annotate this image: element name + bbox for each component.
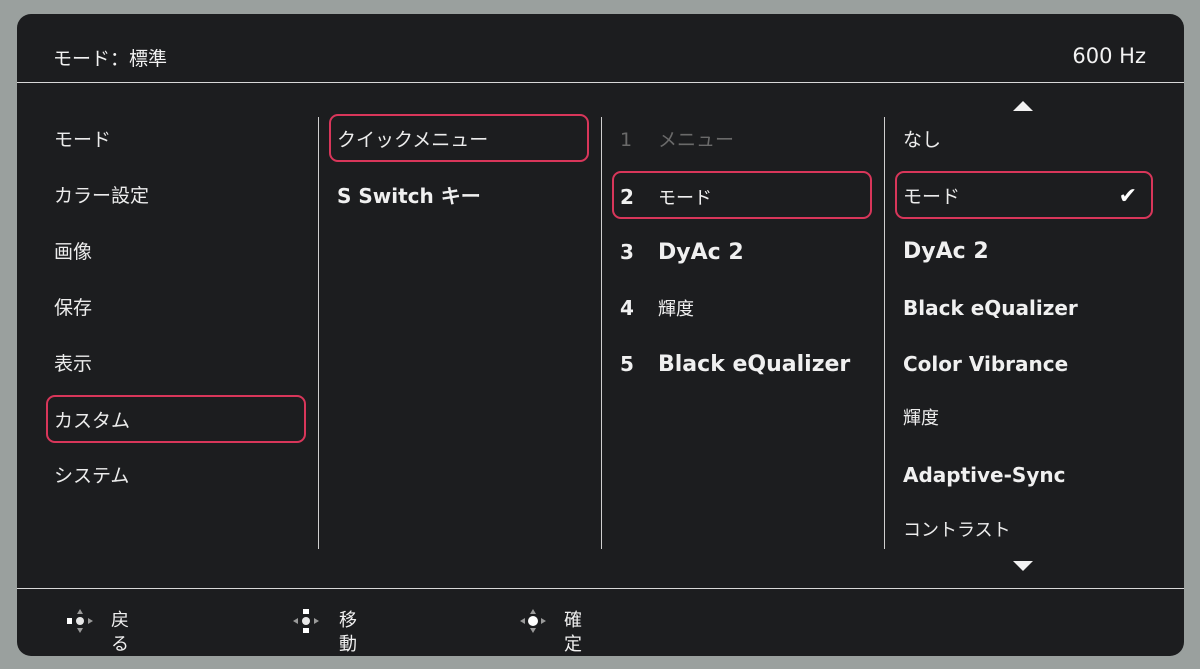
osd-menu: モード カラー設定 画像 保存 表示 カスタム システム クイックメニュー S … [17,83,1184,588]
slot-number: 4 [620,296,634,320]
option-black-equalizer[interactable]: Black eQualizer [895,284,1175,332]
quick-slot-5[interactable]: 5 Black eQualizer [612,340,882,388]
checkmark-icon: ✔ [1118,184,1137,209]
slot-number: 2 [620,185,634,209]
options-column: なし モード ✔ DyAc 2 Black eQualizer Color Vi… [885,83,1184,588]
confirm-label: 確定 [564,610,582,655]
option-brightness[interactable]: 輝度 [895,395,1153,443]
option-mode[interactable]: モード ✔ [895,171,1153,219]
option-none[interactable]: なし [895,116,1153,164]
option-color-vibrance[interactable]: Color Vibrance [895,340,1175,388]
option-label: モード [903,186,961,208]
submenu-item-quick-menu[interactable]: クイックメニュー [329,114,589,162]
quick-menu-slots-column: 1 メニュー 2 モード 3 DyAc 2 4 輝度 5 Black eQualizer [602,83,884,588]
slot-number: 5 [620,352,634,376]
osd-screen: モード：標準 600 Hz モード カラー設定 画像 保存 表示 カスタム シス… [17,14,1184,656]
refresh-rate: 600 Hz [1072,44,1146,68]
move-label: 移動 [339,610,357,655]
scroll-up-arrow-icon[interactable] [1013,101,1033,111]
quick-slot-1: 1 メニュー [612,116,872,164]
slot-label: DyAc 2 [658,240,744,265]
dpad-center-icon [520,609,546,633]
menu-item-custom[interactable]: カスタム [46,395,306,443]
osd-header: モード：標準 600 Hz [17,14,1184,83]
dpad-left-icon [67,609,93,633]
main-menu-column: モード カラー設定 画像 保存 表示 カスタム システム [17,83,317,588]
menu-item-display[interactable]: 表示 [46,340,306,388]
menu-item-save[interactable]: 保存 [46,284,306,332]
quick-slot-4[interactable]: 4 輝度 [612,284,872,332]
option-adaptive-sync[interactable]: Adaptive-Sync [895,451,1175,499]
slot-label: メニュー [658,129,735,151]
menu-item-system[interactable]: システム [46,452,306,500]
submenu-column: クイックメニュー S Switch キー [319,83,601,588]
menu-item-color-settings[interactable]: カラー設定 [46,172,306,220]
quick-slot-2[interactable]: 2 モード [612,171,872,219]
slot-number: 3 [620,240,634,264]
slot-label: モード [658,188,712,209]
quick-slot-3[interactable]: 3 DyAc 2 [612,228,872,276]
back-label: 戻る [111,610,129,655]
osd-footer: 戻る 移動 確定 [17,588,1184,656]
dpad-updown-icon [293,609,319,633]
option-dyac2[interactable]: DyAc 2 [895,228,1165,276]
mode-title: モード：標準 [53,48,168,70]
slot-number: 1 [620,129,633,151]
submenu-item-s-switch-key[interactable]: S Switch キー [329,172,589,220]
option-contrast[interactable]: コントラスト [895,507,1153,555]
menu-item-picture[interactable]: 画像 [46,228,306,276]
menu-item-mode[interactable]: モード [46,116,306,164]
scroll-down-arrow-icon[interactable] [1013,561,1033,571]
slot-label: 輝度 [658,299,694,320]
slot-label: Black eQualizer [658,352,851,377]
